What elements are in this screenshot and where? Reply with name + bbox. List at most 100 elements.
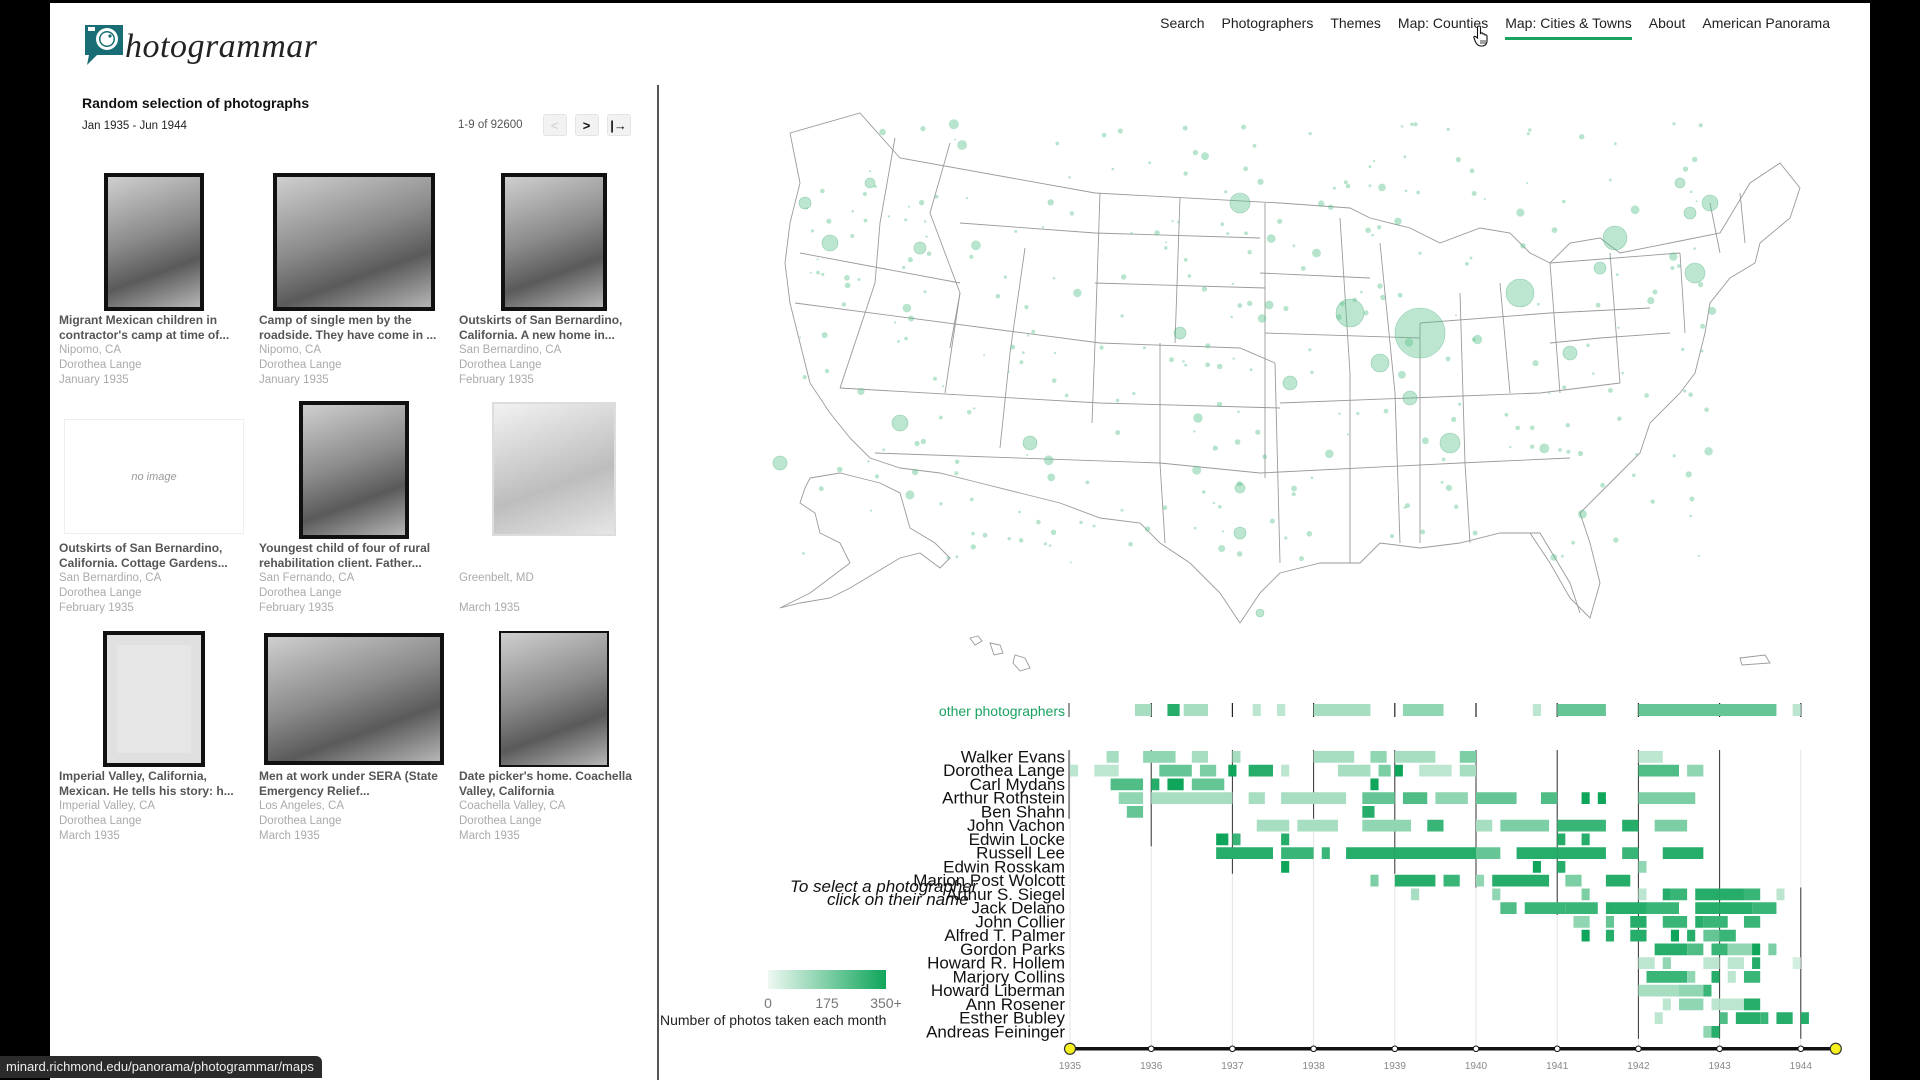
city-marker[interactable]	[1269, 518, 1275, 524]
city-marker[interactable]	[1516, 208, 1525, 217]
city-marker[interactable]	[1234, 439, 1241, 445]
city-marker[interactable]	[1539, 443, 1550, 454]
city-marker[interactable]	[1277, 218, 1283, 224]
city-marker[interactable]	[1617, 326, 1620, 329]
city-marker[interactable]	[1683, 206, 1697, 220]
city-marker[interactable]	[882, 448, 886, 452]
city-marker[interactable]	[1454, 504, 1459, 509]
city-marker[interactable]	[1647, 297, 1655, 305]
city-marker[interactable]	[920, 438, 926, 445]
city-marker[interactable]	[1380, 294, 1386, 301]
city-marker[interactable]	[1312, 248, 1321, 258]
city-marker[interactable]	[1283, 305, 1289, 312]
city-marker[interactable]	[1010, 344, 1016, 350]
city-marker[interactable]	[1670, 266, 1675, 270]
city-marker[interactable]	[1187, 274, 1192, 278]
city-marker[interactable]	[1695, 200, 1698, 203]
city-marker[interactable]	[1566, 449, 1571, 454]
city-marker[interactable]	[1231, 282, 1234, 285]
city-marker[interactable]	[864, 177, 876, 189]
city-marker[interactable]	[1530, 444, 1535, 449]
range-end-handle[interactable]	[1829, 1042, 1842, 1055]
city-marker[interactable]	[1593, 261, 1607, 275]
city-marker[interactable]	[798, 196, 812, 210]
city-marker[interactable]	[1708, 306, 1717, 315]
city-marker[interactable]	[1404, 338, 1414, 347]
photo-card[interactable]: Greenbelt, MD March 1935	[459, 399, 649, 616]
city-marker[interactable]	[844, 282, 851, 289]
city-marker[interactable]	[1698, 282, 1704, 288]
city-marker[interactable]	[1683, 389, 1687, 393]
city-marker[interactable]	[1241, 124, 1247, 130]
city-marker[interactable]	[1617, 416, 1622, 422]
city-marker[interactable]	[826, 218, 832, 224]
city-marker[interactable]	[1173, 326, 1187, 340]
city-marker[interactable]	[954, 459, 960, 465]
city-marker[interactable]	[805, 207, 808, 210]
city-marker[interactable]	[1247, 250, 1252, 255]
logo[interactable]: hotogrammar	[83, 21, 318, 67]
city-marker[interactable]	[1562, 385, 1567, 390]
city-marker[interactable]	[1698, 123, 1703, 128]
city-marker[interactable]	[821, 272, 825, 276]
city-marker[interactable]	[913, 241, 927, 255]
city-marker[interactable]	[836, 466, 843, 473]
city-marker[interactable]	[1249, 368, 1253, 372]
city-marker[interactable]	[1162, 505, 1168, 511]
city-marker[interactable]	[1681, 347, 1685, 352]
city-marker[interactable]	[1220, 222, 1225, 226]
city-marker[interactable]	[1526, 182, 1529, 185]
city-marker[interactable]	[1128, 542, 1133, 547]
city-marker[interactable]	[1192, 149, 1199, 156]
photo-thumbnail[interactable]	[103, 631, 205, 767]
photo-title[interactable]: Youngest child of four of rural rehabili…	[259, 541, 449, 571]
city-marker[interactable]	[1550, 553, 1558, 561]
city-marker[interactable]	[1693, 247, 1696, 250]
photo-thumbnail[interactable]	[264, 633, 444, 765]
city-marker[interactable]	[1236, 481, 1243, 487]
city-marker[interactable]	[1632, 473, 1636, 478]
city-marker[interactable]	[1229, 192, 1251, 214]
city-marker[interactable]	[969, 497, 974, 502]
city-marker[interactable]	[1689, 190, 1693, 194]
city-marker[interactable]	[1255, 429, 1261, 435]
city-marker[interactable]	[1332, 186, 1336, 190]
city-marker[interactable]	[1602, 225, 1628, 251]
city-marker[interactable]	[1048, 544, 1052, 547]
city-marker[interactable]	[1164, 246, 1168, 250]
city-marker[interactable]	[851, 210, 854, 213]
photo-card[interactable]: Outskirts of San Bernardino, California.…	[459, 171, 649, 388]
city-marker[interactable]	[1509, 445, 1512, 449]
city-marker[interactable]	[966, 410, 972, 415]
city-marker[interactable]	[920, 126, 926, 132]
city-marker[interactable]	[1579, 134, 1585, 140]
city-marker[interactable]	[1308, 348, 1312, 352]
city-marker[interactable]	[923, 220, 927, 223]
city-marker[interactable]	[1672, 122, 1676, 126]
city-marker[interactable]	[1201, 152, 1209, 161]
city-marker[interactable]	[957, 140, 967, 150]
photo-title[interactable]	[459, 541, 649, 571]
city-marker[interactable]	[914, 440, 920, 447]
city-marker[interactable]	[1377, 225, 1382, 230]
city-marker[interactable]	[1446, 127, 1450, 131]
nav-map-cities-towns[interactable]: Map: Cities & Towns	[1505, 15, 1632, 40]
city-marker[interactable]	[1247, 300, 1253, 307]
city-marker[interactable]	[939, 502, 943, 506]
next-page-button[interactable]: >	[574, 114, 599, 136]
city-marker[interactable]	[1674, 177, 1686, 189]
city-marker[interactable]	[1420, 529, 1426, 535]
photo-title[interactable]: Camp of single men by the roadside. They…	[259, 313, 449, 343]
city-marker[interactable]	[1047, 473, 1056, 482]
city-marker[interactable]	[1047, 199, 1054, 206]
city-marker[interactable]	[1052, 276, 1056, 280]
city-marker[interactable]	[841, 302, 846, 307]
city-marker[interactable]	[1236, 551, 1243, 557]
photo-thumbnail[interactable]	[104, 173, 204, 311]
city-marker[interactable]	[1455, 157, 1461, 163]
city-marker[interactable]	[1635, 453, 1638, 456]
city-marker[interactable]	[1120, 508, 1124, 512]
city-marker[interactable]	[1402, 390, 1418, 406]
city-marker[interactable]	[1586, 343, 1590, 347]
city-marker[interactable]	[1608, 257, 1611, 260]
